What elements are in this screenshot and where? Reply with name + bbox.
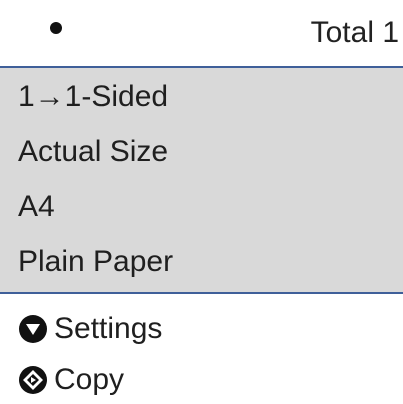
header-bar: Total 1 [0,0,403,68]
settings-button[interactable]: Settings [18,311,162,347]
sides-setting[interactable]: 1→1-Sided [18,80,168,114]
copy-screen: Total 1 1→1-Sided Actual Size A4 Plain P… [0,0,403,404]
size-setting[interactable]: Actual Size [18,135,168,169]
copy-button[interactable]: Copy [18,362,124,398]
start-diamond-icon [19,366,47,394]
status-bullet-icon [50,22,62,34]
paper-size-setting[interactable]: A4 [18,190,55,224]
down-triangle-icon [19,315,47,343]
paper-type-setting[interactable]: Plain Paper [18,245,173,279]
copy-settings-panel[interactable]: 1→1-Sided Actual Size A4 Plain Paper [0,68,403,294]
total-count: Total 1 [310,16,399,49]
settings-label: Settings [54,312,163,345]
copy-label: Copy [54,363,125,396]
